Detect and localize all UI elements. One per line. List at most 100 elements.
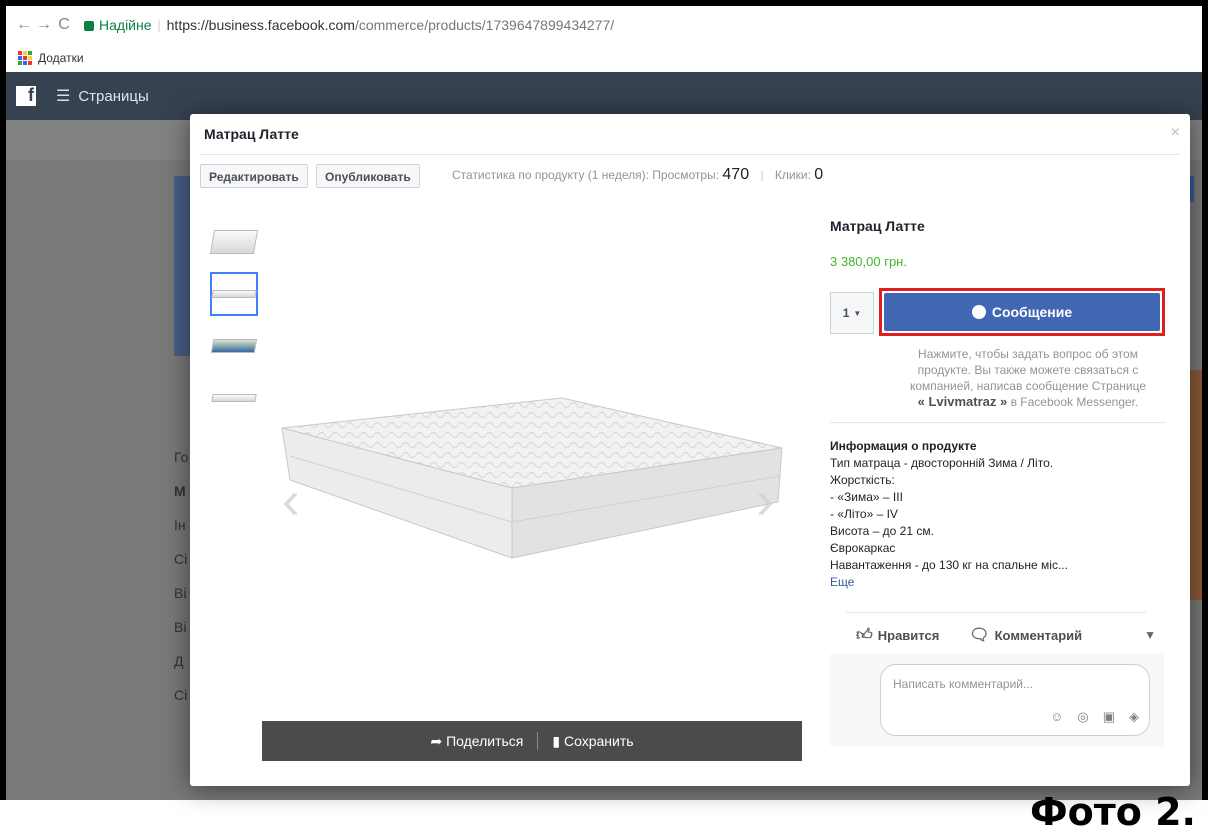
bg-sidebar-item: Сі	[174, 687, 188, 703]
screenshot-frame: ← → C Надійне | https://business.faceboo…	[0, 0, 1208, 839]
views-label: Просмотры:	[652, 168, 720, 182]
emoji-icon[interactable]: ☺	[1050, 709, 1063, 725]
bg-sidebar-item: Го	[174, 449, 189, 465]
product-price: 3 380,00 грн.	[830, 254, 907, 269]
speech-bubble-icon: 🗨︎	[969, 627, 990, 644]
reload-icon[interactable]: C	[54, 16, 74, 34]
sticker-icon[interactable]: ◈	[1129, 709, 1139, 725]
share-label: Поделиться	[446, 732, 524, 749]
clicks-label: Клики:	[774, 168, 811, 182]
facebook-logo-icon[interactable]: f	[16, 85, 36, 106]
bg-sidebar-item: Д	[174, 653, 184, 669]
previous-image-icon[interactable]: ‹	[282, 469, 300, 531]
thumbnail-1[interactable]	[209, 220, 259, 264]
bookmarks-apps-label[interactable]: Додатки	[38, 51, 84, 65]
mattress-thumb-icon	[209, 230, 259, 254]
share-button[interactable]: ➦ Поделиться	[430, 733, 523, 750]
address-bar: ← → C Надійне | https://business.faceboo…	[6, 6, 1202, 44]
views-value: 470	[722, 166, 750, 183]
share-separator	[537, 732, 539, 750]
save-button[interactable]: ▮ Сохранить	[552, 733, 633, 750]
bg-sidebar-item: Сі	[174, 551, 188, 567]
url-separator: |	[157, 18, 161, 32]
share-arrow-icon: ➦	[430, 732, 447, 749]
info-line: Тип матраца - двосторонній Зима / Літо.	[830, 456, 1054, 470]
help-page-name[interactable]: « Lvivmatraz »	[918, 394, 1008, 409]
back-arrow-icon[interactable]: ←	[14, 16, 34, 34]
comment-placeholder: Написать комментарий...	[893, 677, 1034, 691]
product-stats: Статистика по продукту (1 неделя): Просм…	[452, 166, 823, 184]
stats-separator: |	[760, 168, 764, 182]
highlight-box: Сообщение	[879, 288, 1165, 336]
more-link[interactable]: Еще	[830, 574, 1160, 591]
comment-button[interactable]: 🗨︎ Комментарий	[969, 625, 1082, 645]
bg-sidebar-item: Ві	[174, 585, 187, 601]
bookmark-icon: ▮	[552, 732, 564, 749]
url-host: https://business.facebook.com	[166, 17, 355, 33]
bg-sidebar-item: Ін	[174, 517, 186, 533]
info-line: Жорсткість:	[830, 473, 895, 487]
frame-border-right	[1202, 0, 1208, 800]
reaction-actions: 👍︎ Нравится 🗨︎ Комментарий ▼	[856, 620, 1156, 650]
comment-label: Комментарий	[994, 627, 1083, 643]
modal-title: Матрац Латте	[204, 126, 299, 142]
next-image-icon[interactable]: ›	[756, 469, 774, 531]
info-line: - «Зима» – III	[830, 490, 903, 504]
bg-sidebar-item: Ві	[174, 619, 187, 635]
thumbnail-4[interactable]	[210, 376, 258, 420]
info-line: Навантаження - до 130 кг на спальне міс.…	[830, 558, 1068, 572]
product-main-image	[281, 397, 783, 559]
info-line: Єврокаркас	[830, 541, 896, 555]
like-label: Нравится	[877, 627, 940, 643]
comment-tools: ☺ ◎ ▣ ◈	[1050, 709, 1139, 725]
actions-divider	[846, 612, 1146, 613]
pages-menu-label[interactable]: Страницы	[78, 88, 148, 105]
camera-icon[interactable]: ◎	[1077, 709, 1088, 725]
share-bar: ➦ Поделиться ▮ Сохранить	[262, 721, 802, 761]
forward-arrow-icon[interactable]: →	[34, 16, 54, 34]
messenger-icon	[971, 305, 986, 319]
message-button-label: Сообщение	[991, 304, 1073, 320]
like-button[interactable]: 👍︎ Нравится	[856, 626, 939, 645]
info-line: Висота – до 21 см.	[830, 524, 934, 538]
product-modal: Матрац Латте × Редактировать Опубликоват…	[190, 114, 1190, 786]
lock-icon	[84, 21, 94, 31]
facebook-topbar: f ☰ Страницы	[6, 72, 1202, 120]
message-button[interactable]: Сообщение	[884, 293, 1160, 331]
publish-button[interactable]: Опубликовать	[316, 164, 420, 188]
help-text-1: Нажмите, чтобы задать вопрос об этом про…	[909, 347, 1147, 393]
bg-sidebar-item: М	[174, 483, 186, 499]
stats-label: Статистика по продукту (1 неделя):	[452, 168, 649, 182]
info-line: - «Літо» – IV	[830, 507, 898, 521]
chevron-down-icon: ▼	[853, 308, 862, 318]
save-label: Сохранить	[563, 732, 634, 749]
messenger-help-text: Нажмите, чтобы задать вопрос об этом про…	[890, 346, 1166, 410]
product-title: Матрац Латте	[830, 218, 925, 234]
background-sidebar: Го М Ін Сі Ві Ві Д Сі	[174, 440, 188, 712]
apps-grid-icon[interactable]	[18, 51, 32, 65]
details-divider	[830, 422, 1166, 423]
mattress-layers-thumb-icon	[210, 339, 258, 353]
modal-divider	[200, 154, 1180, 155]
thumbnail-2[interactable]	[210, 272, 258, 316]
product-details-panel: Матрац Латте 3 380,00 грн. 1 ▼ Сообщение …	[830, 218, 1166, 746]
thumbs-up-icon: 👍︎	[856, 626, 873, 644]
url-path: /commerce/products/1739647899434277/	[354, 17, 615, 33]
close-icon[interactable]: ×	[1171, 124, 1180, 142]
url-field[interactable]: https://business.facebook.com/commerce/p…	[167, 17, 615, 33]
mattress-thumb-icon	[211, 394, 257, 402]
gif-icon[interactable]: ▣	[1103, 709, 1115, 725]
chevron-down-icon[interactable]: ▼	[1144, 628, 1156, 642]
thumbnail-3[interactable]	[210, 324, 258, 368]
menu-icon[interactable]: ☰	[56, 86, 70, 106]
help-text-2: в Facebook Messenger.	[1010, 395, 1139, 409]
product-info: Информация о продукте Тип матраца - двос…	[830, 438, 1160, 591]
bookmarks-bar: Додатки	[6, 44, 1202, 72]
quantity-value: 1	[842, 306, 850, 320]
mattress-thumb-icon	[211, 290, 257, 298]
comment-input[interactable]: Написать комментарий... ☺ ◎ ▣ ◈	[880, 664, 1150, 736]
clicks-value: 0	[814, 166, 824, 183]
quantity-select[interactable]: 1 ▼	[830, 292, 874, 334]
secure-label: Надійне	[99, 17, 152, 33]
edit-button[interactable]: Редактировать	[200, 164, 308, 188]
